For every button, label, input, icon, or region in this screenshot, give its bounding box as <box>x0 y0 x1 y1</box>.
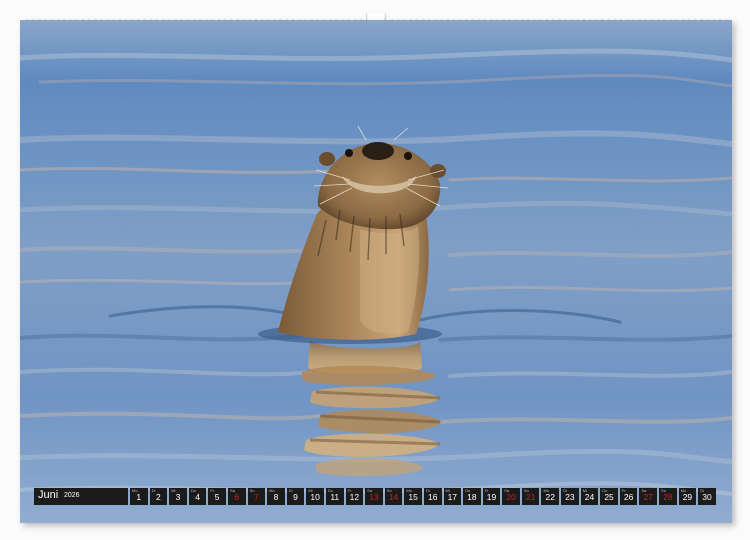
month-label: Juni 2026 <box>34 488 128 505</box>
calendar-day-number: 13 <box>369 492 379 502</box>
calendar-day-number: 9 <box>293 492 298 502</box>
calendar-day: Sa 27 <box>639 488 658 505</box>
calendar-day-number: 6 <box>234 492 240 502</box>
calendar-day: Mi 3 <box>169 488 187 505</box>
calendar-day-number: 1 <box>136 492 142 502</box>
calendar-day: So 7 <box>247 488 266 505</box>
calendar-day: So 28 <box>659 488 677 505</box>
calendar-bar: Juni 2026 Mo 1 Di 2 Mi 3 Do 4 Fr 5 Sa 6 So 7 Mo 8 Di 9 Mi 1… <box>34 488 716 505</box>
otter-photo-illustration <box>20 20 732 523</box>
calendar-day: Fr 19 <box>482 488 501 505</box>
calendar-day-number: 7 <box>253 492 259 502</box>
calendar-day-number: 17 <box>447 492 458 502</box>
month-name: Juni <box>38 489 59 501</box>
calendar-day-number: 24 <box>584 492 595 502</box>
calendar-day-number: 10 <box>310 492 320 502</box>
calendar-day: Do 11 <box>325 488 344 505</box>
calendar-day-number: 28 <box>663 492 673 502</box>
calendar-day-number: 16 <box>427 492 438 502</box>
calendar-day: Mo 1 <box>130 488 148 505</box>
calendar-day-number: 5 <box>214 492 220 502</box>
calendar-day-number: 4 <box>195 492 200 502</box>
calendar-day: Di 9 <box>286 488 305 505</box>
calendar-day: Fr 12 <box>345 488 364 505</box>
calendar-day: Mi 10 <box>306 488 324 505</box>
calendar-day-number: 14 <box>388 492 399 502</box>
calendar-day-number: 20 <box>506 492 516 502</box>
calendar-day-number: 21 <box>525 492 536 502</box>
calendar-day-number: 3 <box>175 492 181 502</box>
calendar-day: Do 18 <box>463 488 481 505</box>
calendar-day: Fr 5 <box>208 488 226 505</box>
otter-right-eye <box>404 152 412 160</box>
calendar-day: Mi 24 <box>580 488 599 505</box>
otter-right-ear <box>430 164 446 178</box>
calendar-day-number: 22 <box>545 492 555 502</box>
calendar-day: Sa 6 <box>227 488 246 505</box>
calendar-day-number: 23 <box>565 492 575 502</box>
calendar-day: So 14 <box>384 488 403 505</box>
calendar-day: Mo 15 <box>404 488 422 505</box>
calendar-day: Do 25 <box>600 488 618 505</box>
calendar-day-number: 25 <box>604 492 614 502</box>
wall-calendar-page: Juni 2026 Mo 1 Di 2 Mi 3 Do 4 Fr 5 Sa 6 So 7 Mo 8 Di 9 Mi 1… <box>0 0 750 540</box>
calendar-day: Di 2 <box>149 488 168 505</box>
calendar-day-number: 19 <box>486 492 497 502</box>
otter-nose-icon <box>362 142 394 160</box>
calendar-day-number: 18 <box>467 492 477 502</box>
calendar-day-number: 29 <box>682 492 693 502</box>
calendar-day-number: 8 <box>273 492 279 502</box>
otter-photo <box>20 20 732 523</box>
calendar-day: Fr 26 <box>619 488 638 505</box>
calendar-day: Mo 22 <box>541 488 560 505</box>
calendar-day: Sa 13 <box>365 488 383 505</box>
calendar-day: Mi 17 <box>443 488 462 505</box>
calendar-day: Mo 8 <box>267 488 285 505</box>
calendar-day-number: 11 <box>330 492 340 502</box>
calendar-day: Sa 20 <box>502 488 520 505</box>
calendar-day: Mo 29 <box>678 488 697 505</box>
calendar-day-number: 26 <box>623 492 634 502</box>
calendar-day-number: 30 <box>702 492 712 502</box>
calendar-day: Di 30 <box>698 488 716 505</box>
calendar-day-number: 27 <box>643 492 653 502</box>
otter-left-ear <box>319 152 335 166</box>
month-year: 2026 <box>64 492 80 499</box>
otter-left-eye <box>345 149 353 157</box>
calendar-day: So 21 <box>521 488 540 505</box>
calendar-day: Di 16 <box>423 488 442 505</box>
calendar-day-number: 15 <box>408 492 418 502</box>
calendar-day: Do 4 <box>188 488 207 505</box>
calendar-day: Di 23 <box>561 488 579 505</box>
calendar-day-number: 12 <box>349 492 360 502</box>
calendar-day-number: 2 <box>156 492 161 502</box>
